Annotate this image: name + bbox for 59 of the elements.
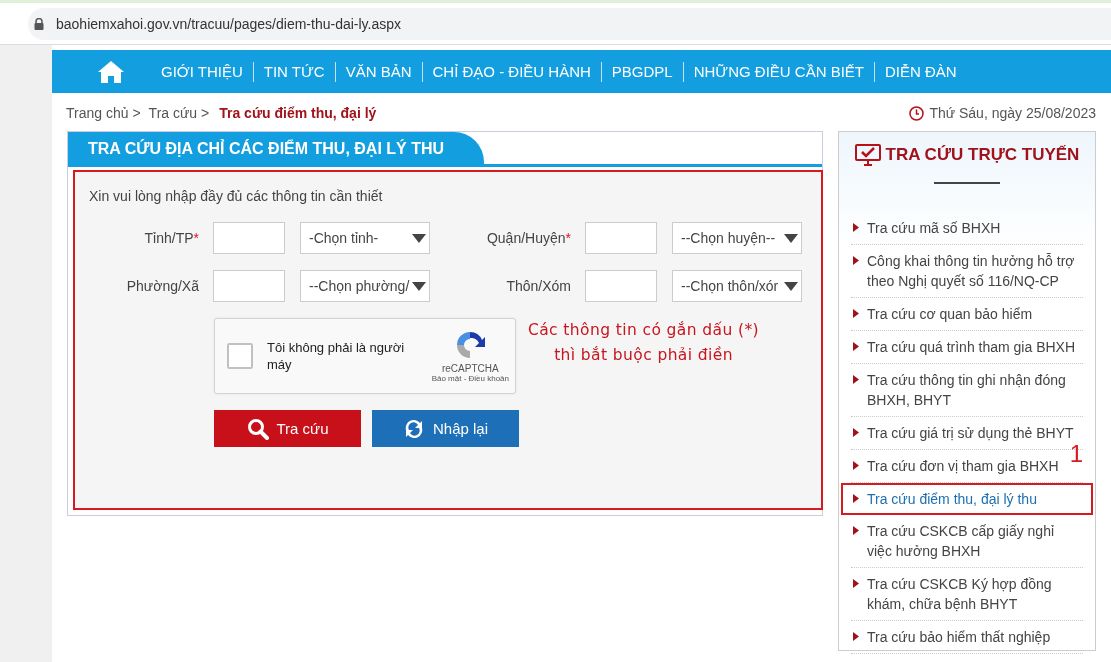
captcha-label: Tôi không phải là người máy (267, 339, 406, 373)
sidebar-link[interactable]: Tra cứu bảo hiểm thất nghiệp (851, 621, 1083, 653)
captcha-checkbox[interactable] (227, 343, 253, 369)
dropdown[interactable]: --Chọn phường/ (300, 270, 430, 302)
sidebar-link[interactable]: Tra cứu điểm thu, đại lý thu (841, 483, 1093, 515)
breadcrumb-link[interactable]: Trang chủ > (66, 105, 141, 121)
search-icon (246, 417, 269, 440)
search-button[interactable]: Tra cứu (214, 410, 361, 447)
sidebar-link[interactable]: Tra cứu mã số BHXH (851, 212, 1083, 244)
sidebar-link[interactable]: Tra cứu CSKCB cấp giấy nghỉ việc hưởng BHXH (851, 515, 1083, 567)
bullet-icon (853, 428, 859, 437)
address-bar[interactable]: baohiemxahoi.gov.vn/tracuu/pages/diem-thu-dai-ly.aspx (28, 8, 1111, 40)
input-field[interactable] (213, 270, 285, 302)
dropdown[interactable]: --Chọn thôn/xór (672, 270, 802, 302)
sidebar-link[interactable]: Tra cứu đơn vị tham gia BHXH (851, 450, 1070, 482)
instruction-text: Xin vui lòng nhập đầy đủ các thông tin cần thiết (89, 188, 384, 204)
bullet-icon (853, 579, 859, 588)
recaptcha-logo-icon (454, 329, 487, 361)
bullet-icon (853, 342, 859, 351)
caret-icon (784, 281, 798, 291)
lock-icon (34, 18, 44, 30)
sidebar-link[interactable]: Tra cứu cơ quan bảo hiểm (851, 298, 1083, 330)
input-field[interactable] (213, 222, 285, 254)
bullet-icon (853, 375, 859, 384)
bullet-icon (853, 526, 859, 535)
monitor-check-icon (854, 144, 881, 166)
bullet-icon (853, 309, 859, 318)
date-text: Thứ Sáu, ngày 25/08/2023 (929, 105, 1096, 121)
sidebar-link[interactable]: Tra cứu thông tin ghi nhận đóng BHXH, BHYT (851, 364, 1083, 416)
field-label: Quận/Huyện* (485, 230, 571, 246)
bullet-icon (853, 256, 859, 265)
input-field[interactable] (585, 270, 657, 302)
sidebar-link[interactable]: Tra cứu CSKCB Ký hợp đồng khám, chữa bệnh BHYT (851, 568, 1083, 620)
reset-button[interactable]: Nhập lại (372, 410, 519, 447)
bullet-icon (853, 494, 859, 503)
panel-title: TRA CỨU ĐỊA CHỈ CÁC ĐIỂM THU, ĐẠI LÝ THU (68, 132, 485, 164)
bullet-icon (853, 461, 859, 470)
caret-icon (412, 281, 426, 291)
clock-icon (909, 105, 925, 121)
sidebar-link[interactable]: Công khai thông tin hưởng hỗ trợ theo Nghị quyết số 116/NQ-CP (851, 245, 1083, 297)
bullet-icon (853, 223, 859, 232)
caret-icon (784, 233, 798, 243)
required-note: Các thông tin có gắn dấu (*) thì bắt buộc phải điền (528, 320, 760, 366)
sidebar-link[interactable]: Tra cứu quá trình tham gia BHXH (851, 331, 1083, 363)
recaptcha-brand: reCAPTCHA (441, 363, 499, 374)
input-field[interactable] (585, 222, 657, 254)
url-text: baohiemxahoi.gov.vn/tracuu/pages/diem-thu-dai-ly.aspx (56, 16, 401, 32)
privacy-terms-link[interactable]: Bảo mật - Điều khoản (431, 374, 509, 383)
field-label: Tỉnh/TP* (143, 230, 199, 246)
field-label: Thôn/Xóm (505, 278, 571, 294)
sidebar-title: TRA CỨU TRỰC TUYẾN (885, 145, 1080, 165)
dropdown[interactable]: -Chọn tỉnh- (300, 222, 430, 254)
bullet-icon (853, 632, 859, 641)
caret-icon (412, 233, 426, 243)
dropdown[interactable]: --Chọn huyện-- (672, 222, 802, 254)
breadcrumb-link[interactable]: Tra cứu > (148, 105, 210, 121)
home-icon[interactable] (97, 59, 125, 84)
breadcrumb-current: Tra cứu điểm thu, đại lý (219, 105, 377, 121)
field-label: Phường/Xã (125, 278, 199, 294)
